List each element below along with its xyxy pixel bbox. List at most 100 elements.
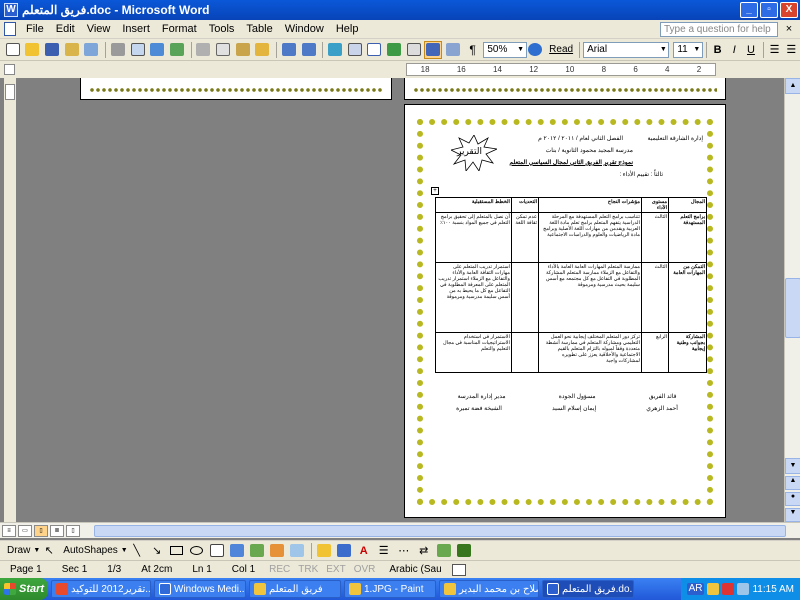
taskbar-item[interactable]: تقرير2012 للتوكيد... [51, 580, 151, 598]
picture-button[interactable] [288, 542, 306, 560]
table-cell[interactable]: برامج التعلم المستهدفة [668, 212, 707, 263]
document-page[interactable]: التقرير إدارة الشارقة التعليمية الفصل ال… [404, 104, 726, 518]
security-icon[interactable] [722, 583, 735, 595]
maximize-button[interactable]: ▫ [760, 2, 778, 18]
table-cell[interactable]: التمكن من المهارات العامة [668, 262, 707, 333]
status-extend-selection[interactable]: EXT [322, 564, 349, 575]
select-objects-button[interactable]: ↖ [40, 542, 58, 560]
previous-page-icon[interactable]: ▲ [785, 476, 800, 490]
status-record-macro[interactable]: REC [265, 564, 294, 575]
horizontal-scroll-track[interactable] [84, 524, 796, 538]
line-color-button[interactable] [335, 542, 353, 560]
status-track-changes[interactable]: TRK [294, 564, 322, 575]
paste-button[interactable] [234, 41, 252, 59]
arrow-button[interactable]: ↘ [148, 542, 166, 560]
tables-borders-button[interactable] [346, 41, 364, 59]
horizontal-scrollbar[interactable]: ≡ ▭ ▯ ≣ ▯ [0, 522, 800, 538]
line-style-button[interactable]: ☰ [375, 542, 393, 560]
menu-edit[interactable]: Edit [50, 23, 81, 35]
menu-tools[interactable]: Tools [203, 23, 241, 35]
print-layout-view-icon[interactable]: ▯ [34, 524, 48, 537]
horizontal-ruler[interactable]: 18 16 14 12 10 8 6 4 2 [406, 63, 716, 76]
rectangle-button[interactable] [168, 542, 186, 560]
start-button[interactable]: Start [0, 578, 48, 600]
redo-button[interactable] [300, 41, 318, 59]
table-cell[interactable]: استمرار تدريب المتعلم على مهارات الثقافة… [435, 262, 512, 333]
email-button[interactable] [83, 41, 101, 59]
taskbar-item-active[interactable]: فريق المتعلم.do... [542, 580, 634, 598]
3d-style-button[interactable] [455, 542, 473, 560]
font-name-select[interactable]: Arial ▼ [583, 41, 670, 58]
menu-table[interactable]: Table [240, 23, 278, 35]
volume-icon[interactable] [737, 583, 750, 595]
taskbar-item[interactable]: فريق المتعلم [249, 580, 341, 598]
format-painter-button[interactable] [253, 41, 271, 59]
copy-button[interactable] [214, 41, 232, 59]
insert-excel-button[interactable] [385, 41, 403, 59]
table-cell[interactable]: المشاركة بجوانب وطنية إيجابية [668, 332, 707, 373]
hyperlink-button[interactable] [326, 41, 344, 59]
autoshapes-menu-button[interactable]: AutoShapes [63, 545, 118, 556]
wordart-button[interactable] [228, 542, 246, 560]
table-cell[interactable]: أن نصل بالمتعلم إلى تحقيق برامج التعلم ف… [435, 212, 512, 263]
menu-window[interactable]: Window [279, 23, 330, 35]
draw-menu-button[interactable]: Draw [7, 545, 30, 556]
normal-view-icon[interactable]: ≡ [2, 524, 16, 537]
show-hide-button[interactable]: ¶ [464, 41, 482, 59]
document-icon[interactable] [4, 22, 16, 36]
shadow-style-button[interactable] [435, 542, 453, 560]
status-overtype[interactable]: OVR [350, 564, 380, 575]
page-content[interactable]: التقرير إدارة الشارقة التعليمية الفصل ال… [431, 131, 707, 412]
menu-view[interactable]: View [81, 23, 117, 35]
select-browse-object-icon[interactable]: ● [785, 492, 800, 506]
align-center-button[interactable]: ☰ [783, 43, 799, 56]
next-page-icon[interactable]: ▼ [785, 508, 800, 522]
page-thumbnail-previous[interactable] [404, 78, 726, 100]
web-layout-view-icon[interactable]: ▭ [18, 524, 32, 537]
document-close-icon[interactable]: × [782, 23, 796, 35]
scroll-down-icon[interactable]: ▼ [785, 458, 800, 474]
page-thumbnail-previous[interactable] [80, 78, 392, 100]
table-cell[interactable]: الثالث [640, 212, 670, 263]
document-map-button[interactable] [444, 41, 462, 59]
vertical-ruler[interactable] [4, 78, 16, 522]
cut-button[interactable] [195, 41, 213, 59]
taskbar-item[interactable]: صلاح بن محمد البدير [439, 580, 539, 598]
tab-selector[interactable] [4, 64, 15, 75]
table-cell[interactable]: الثالث [640, 262, 670, 333]
reading-layout-view-icon[interactable]: ▯ [66, 524, 80, 537]
table-cell[interactable] [510, 262, 540, 333]
font-size-select[interactable]: 11 ▼ [673, 41, 703, 58]
language-indicator[interactable]: AR [686, 583, 705, 595]
table-cell[interactable]: ممارسة المتعلم المهارات العامة العامة با… [538, 262, 642, 333]
spelling-button[interactable] [148, 41, 166, 59]
italic-button[interactable]: I [726, 44, 742, 56]
research-button[interactable] [168, 41, 186, 59]
clock[interactable]: 11:15 AM [752, 584, 794, 595]
arrow-style-button[interactable]: ⇄ [415, 542, 433, 560]
underline-button[interactable]: U [743, 44, 759, 56]
table-cell[interactable] [510, 332, 540, 373]
menu-help[interactable]: Help [330, 23, 365, 35]
bold-button[interactable]: B [710, 44, 726, 56]
align-left-button[interactable]: ☰ [767, 43, 783, 56]
fill-color-button[interactable] [315, 542, 333, 560]
vertical-scrollbar[interactable]: ▲ ▼ ▲ ● ▼ [784, 78, 800, 522]
new-document-button[interactable] [4, 41, 22, 59]
table-cell[interactable]: تركز دور المتعلم المختلف إيجابية نحو الع… [538, 332, 642, 373]
menu-format[interactable]: Format [156, 23, 203, 35]
table-cell[interactable]: تتناسب برامج التعلم المستهدفة مع المرحلة… [538, 212, 642, 263]
print-preview-button[interactable] [129, 41, 147, 59]
spelling-status-icon[interactable] [451, 563, 466, 576]
table-cell[interactable]: عدم تمكن ثقافة اللغة [510, 212, 540, 263]
font-color-button[interactable]: A [355, 542, 373, 560]
zoom-select[interactable]: 50% ▼ [483, 41, 527, 58]
taskbar-item[interactable]: 1.JPG - Paint [344, 580, 436, 598]
menu-file[interactable]: File [20, 23, 50, 35]
minimize-button[interactable]: _ [740, 2, 758, 18]
close-button[interactable]: X [780, 2, 798, 18]
help-search-input[interactable]: Type a question for help [660, 21, 778, 37]
drawing-button[interactable] [424, 40, 443, 59]
undo-button[interactable] [280, 41, 298, 59]
table-move-handle[interactable]: + [431, 187, 439, 195]
